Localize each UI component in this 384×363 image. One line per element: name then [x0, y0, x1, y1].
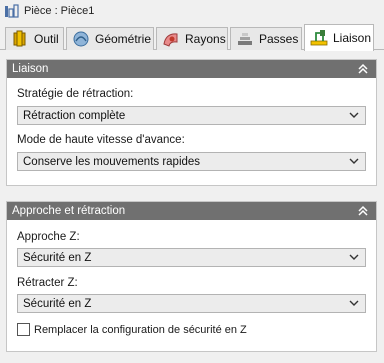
tab-label: Géométrie — [95, 32, 152, 46]
tab-rayons[interactable]: Rayons — [156, 27, 228, 50]
tab-liaison[interactable]: Liaison — [304, 24, 374, 51]
liaison-panel-header[interactable]: Liaison — [7, 60, 376, 78]
tab-label: Rayons — [185, 32, 226, 46]
linking-icon — [310, 30, 328, 46]
chevron-down-icon — [349, 158, 359, 164]
radii-icon — [163, 33, 178, 47]
approach-z-label: Approche Z: — [17, 231, 80, 243]
retract-strategy-label: Stratégie de rétraction: — [17, 88, 134, 100]
tab-passes[interactable]: Passes — [230, 27, 302, 50]
tab-outil[interactable]: Outil — [5, 27, 64, 50]
retract-z-label: Rétracter Z: — [17, 277, 78, 289]
approach-z-select[interactable]: Sécurité en Z — [17, 248, 366, 267]
chevron-down-icon — [349, 300, 359, 306]
feed-mode-select[interactable]: Conserve les mouvements rapides — [17, 152, 366, 171]
override-safe-z-checkbox[interactable] — [17, 323, 30, 336]
select-value: Conserve les mouvements rapides — [23, 155, 201, 168]
select-value: Sécurité en Z — [23, 297, 92, 310]
tab-bar: Outil Géométrie Rayons Passes Liaison — [0, 24, 384, 51]
tab-label: Outil — [34, 32, 59, 46]
title-bar: Pièce : Pièce1 — [0, 0, 384, 22]
approach-panel: Approche et rétraction Approche Z: Sécur… — [6, 201, 377, 352]
tab-geometrie[interactable]: Géométrie — [66, 27, 154, 50]
window-title: Pièce : Pièce1 — [24, 5, 95, 17]
override-safe-z-row[interactable]: Remplacer la configuration de sécurité e… — [17, 323, 247, 336]
retract-z-select[interactable]: Sécurité en Z — [17, 294, 366, 313]
select-value: Sécurité en Z — [23, 251, 92, 264]
chevron-down-icon — [349, 112, 359, 118]
liaison-panel: Liaison Stratégie de rétraction: Rétract… — [6, 59, 377, 186]
geometry-icon — [73, 31, 89, 47]
tab-label: Liaison — [333, 31, 372, 45]
override-safe-z-label: Remplacer la configuration de sécurité e… — [34, 323, 247, 336]
tool-icon — [13, 30, 26, 47]
approach-panel-header[interactable]: Approche et rétraction — [7, 202, 376, 220]
chevron-down-icon — [349, 254, 359, 260]
panel-title: Approche et rétraction — [12, 205, 126, 217]
passes-icon — [238, 33, 252, 45]
collapse-icon[interactable] — [356, 62, 370, 76]
panel-title: Liaison — [12, 63, 49, 75]
tab-label: Passes — [259, 32, 299, 46]
select-value: Rétraction complète — [23, 109, 126, 122]
retract-strategy-select[interactable]: Rétraction complète — [17, 106, 366, 125]
part-icon — [5, 4, 19, 18]
collapse-icon[interactable] — [356, 204, 370, 218]
feed-mode-label: Mode de haute vitesse d'avance: — [17, 134, 185, 146]
